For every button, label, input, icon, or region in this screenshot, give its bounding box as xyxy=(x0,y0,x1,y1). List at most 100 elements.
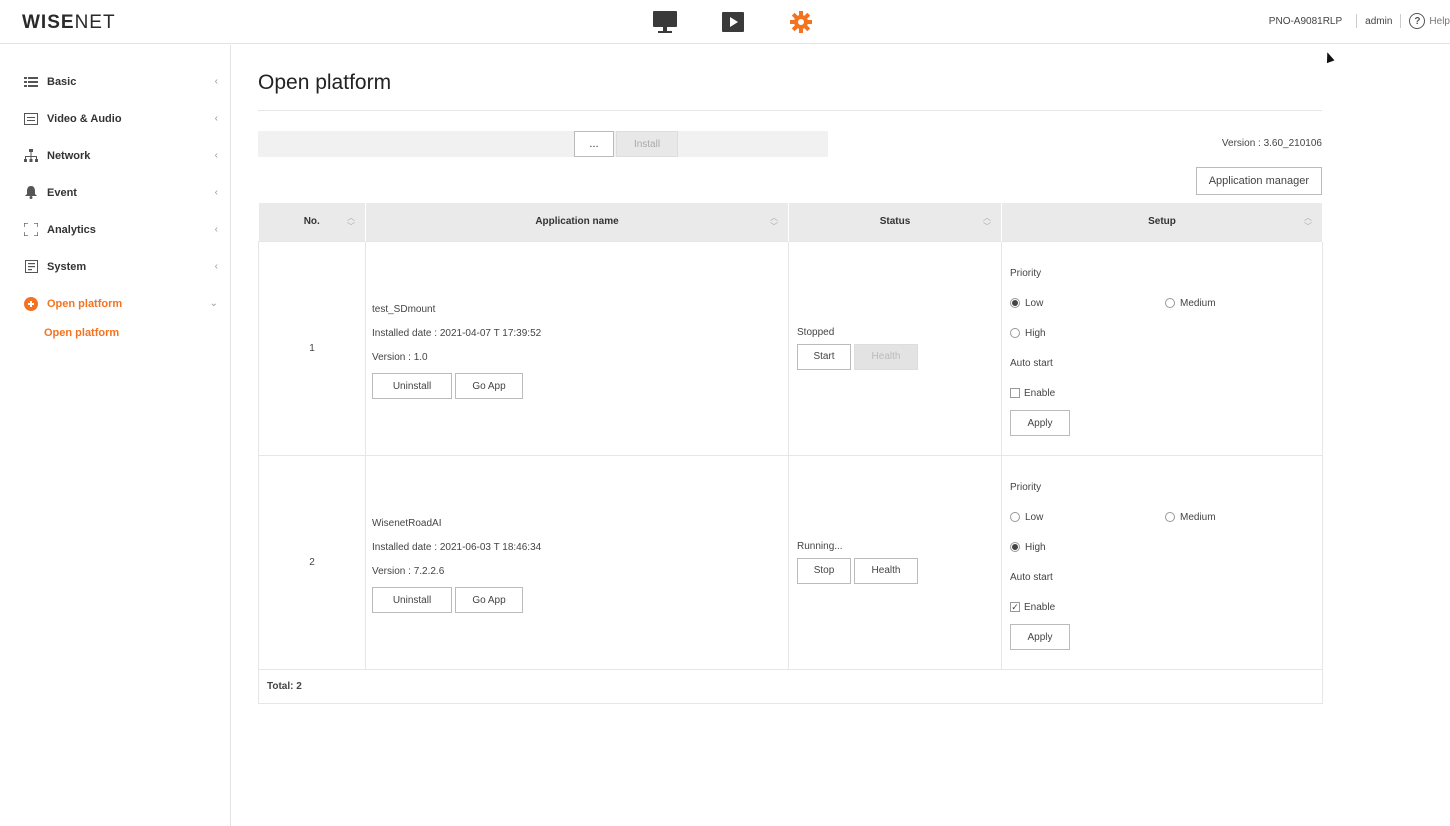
radio-icon xyxy=(1010,298,1020,308)
sort-icon: ︿ ﹀ xyxy=(1304,213,1312,231)
enable-checkbox[interactable]: Enable xyxy=(1010,388,1055,399)
live-view-icon[interactable] xyxy=(650,8,680,36)
column-header-setup[interactable]: Setup ︿ ﹀ xyxy=(1001,203,1323,241)
stop-button[interactable]: Stop xyxy=(797,557,851,584)
checkbox-label: Enable xyxy=(1024,601,1056,613)
uninstall-button[interactable]: Uninstall xyxy=(372,373,452,399)
sidebar-item-analytics[interactable]: Analytics ‹ xyxy=(0,211,230,248)
column-header-label: No. xyxy=(303,216,320,228)
sidebar-item-label: Analytics xyxy=(47,223,96,236)
priority-low-radio[interactable]: Low xyxy=(1010,512,1043,523)
priority-high-radio[interactable]: High xyxy=(1010,328,1046,339)
column-header-application-name[interactable]: Application name ︿ ﹀ xyxy=(365,203,789,241)
status-cell: Running... Stop Health xyxy=(788,454,1002,670)
total-row: Total: 2 xyxy=(258,668,1323,704)
application-manager-button[interactable]: Application manager xyxy=(1195,167,1322,195)
wisenet-logo[interactable]: WISENET xyxy=(22,12,116,34)
radio-label: Low xyxy=(1025,511,1044,523)
priority-high-radio[interactable]: High xyxy=(1010,542,1046,553)
sidebar-item-label: System xyxy=(47,260,87,273)
sidebar-item-open-platform[interactable]: Open platform ⌄ xyxy=(0,285,230,322)
priority-label: Priority xyxy=(1010,267,1042,279)
sidebar-item-network[interactable]: Network ‹ xyxy=(0,137,230,174)
status-text: Stopped xyxy=(797,326,835,338)
go-app-button[interactable]: Go App xyxy=(455,587,523,613)
page-title: Open platform xyxy=(258,71,1322,111)
total-count: Total: 2 xyxy=(258,668,1323,704)
health-button[interactable]: Health xyxy=(854,343,918,370)
uninstall-button[interactable]: Uninstall xyxy=(372,587,452,613)
sidebar-item-event[interactable]: Event ‹ xyxy=(0,174,230,211)
radio-icon xyxy=(1010,542,1020,552)
priority-low-radio[interactable]: Low xyxy=(1010,298,1043,309)
sidebar-item-video-audio[interactable]: Video & Audio ‹ xyxy=(0,100,230,137)
priority-medium-radio[interactable]: Medium xyxy=(1165,512,1216,523)
table-row: 2 WisenetRoadAI Installed date : 2021-06… xyxy=(258,454,1323,670)
checkbox-icon xyxy=(1010,388,1020,398)
auto-start-label: Auto start xyxy=(1010,571,1053,583)
radio-label: Medium xyxy=(1180,511,1216,523)
sidebar-item-basic[interactable]: Basic ‹ xyxy=(0,63,230,100)
sort-icon: ︿ ﹀ xyxy=(770,213,778,231)
playback-icon[interactable] xyxy=(718,8,748,36)
go-app-button[interactable]: Go App xyxy=(455,373,523,399)
radio-icon xyxy=(1010,328,1020,338)
video-audio-icon xyxy=(24,112,38,126)
event-bell-icon xyxy=(24,186,38,200)
app-version: Version : 1.0 xyxy=(372,351,428,363)
priority-medium-radio[interactable]: Medium xyxy=(1165,298,1216,309)
mouse-cursor-icon xyxy=(1323,50,1335,64)
logo-light-text: NET xyxy=(74,12,116,33)
health-button[interactable]: Health xyxy=(854,557,918,584)
app-info-cell: test_SDmount Installed date : 2021-04-07… xyxy=(365,240,789,456)
chevron-left-icon: ‹ xyxy=(214,113,218,124)
sidebar-item-label: Video & Audio xyxy=(47,112,122,125)
app-version: Version : 7.2.2.6 xyxy=(372,565,445,577)
chevron-left-icon: ‹ xyxy=(214,224,218,235)
app-info-cell: WisenetRoadAI Installed date : 2021-06-0… xyxy=(365,454,789,670)
row-number: 2 xyxy=(258,454,366,670)
radio-icon xyxy=(1165,512,1175,522)
radio-icon xyxy=(1165,298,1175,308)
settings-gear-icon[interactable] xyxy=(786,8,816,36)
header-divider xyxy=(1400,14,1402,28)
radio-label: High xyxy=(1025,327,1046,339)
sidebar-subitem-open-platform[interactable]: Open platform xyxy=(0,322,230,344)
chevron-left-icon: ‹ xyxy=(214,76,218,87)
main-content: Open platform ... Install Version : 3.60… xyxy=(258,45,1323,704)
checkmark-icon: ✓ xyxy=(1010,602,1020,612)
column-header-label: Setup xyxy=(1148,216,1176,228)
setup-cell: Priority Low Medium High Auto start ✓ Ena… xyxy=(1001,454,1323,670)
sort-icon: ︿ ﹀ xyxy=(347,213,355,231)
install-button[interactable]: Install xyxy=(616,131,678,157)
column-header-label: Status xyxy=(879,216,911,228)
app-name: WisenetRoadAI xyxy=(372,517,442,529)
help-button[interactable]: ? Help xyxy=(1409,13,1450,29)
model-name: PNO-A9081RLP xyxy=(1268,15,1343,27)
checkbox-label: Enable xyxy=(1024,387,1056,399)
network-icon xyxy=(24,148,38,163)
file-path-field[interactable] xyxy=(258,131,828,157)
radio-label: Medium xyxy=(1180,297,1216,309)
sidebar: Basic ‹ Video & Audio ‹ Network ‹ Event … xyxy=(0,45,231,826)
column-header-status[interactable]: Status ︿ ﹀ xyxy=(788,203,1002,241)
user-name[interactable]: admin xyxy=(1365,16,1392,27)
apply-button[interactable]: Apply xyxy=(1010,410,1070,436)
column-header-no[interactable]: No. ︿ ﹀ xyxy=(258,203,366,241)
installed-date: Installed date : 2021-06-03 T 18:46:34 xyxy=(372,541,542,553)
priority-label: Priority xyxy=(1010,481,1042,493)
browse-button[interactable]: ... xyxy=(574,131,614,157)
installed-date: Installed date : 2021-04-07 T 17:39:52 xyxy=(372,327,542,339)
status-cell: Stopped Start Health xyxy=(788,240,1002,456)
setup-cell: Priority Low Medium High Auto start Enab… xyxy=(1001,240,1323,456)
help-label: Help xyxy=(1429,15,1450,27)
sidebar-item-system[interactable]: System ‹ xyxy=(0,248,230,285)
analytics-icon xyxy=(24,223,38,237)
upload-row: ... Install Version : 3.60_210106 xyxy=(258,131,1322,157)
apply-button[interactable]: Apply xyxy=(1010,624,1070,650)
sidebar-item-label: Open platform xyxy=(47,297,123,310)
enable-checkbox[interactable]: ✓ Enable xyxy=(1010,602,1055,613)
chevron-left-icon: ‹ xyxy=(214,150,218,161)
start-button[interactable]: Start xyxy=(797,343,851,370)
sidebar-item-label: Event xyxy=(47,186,77,199)
